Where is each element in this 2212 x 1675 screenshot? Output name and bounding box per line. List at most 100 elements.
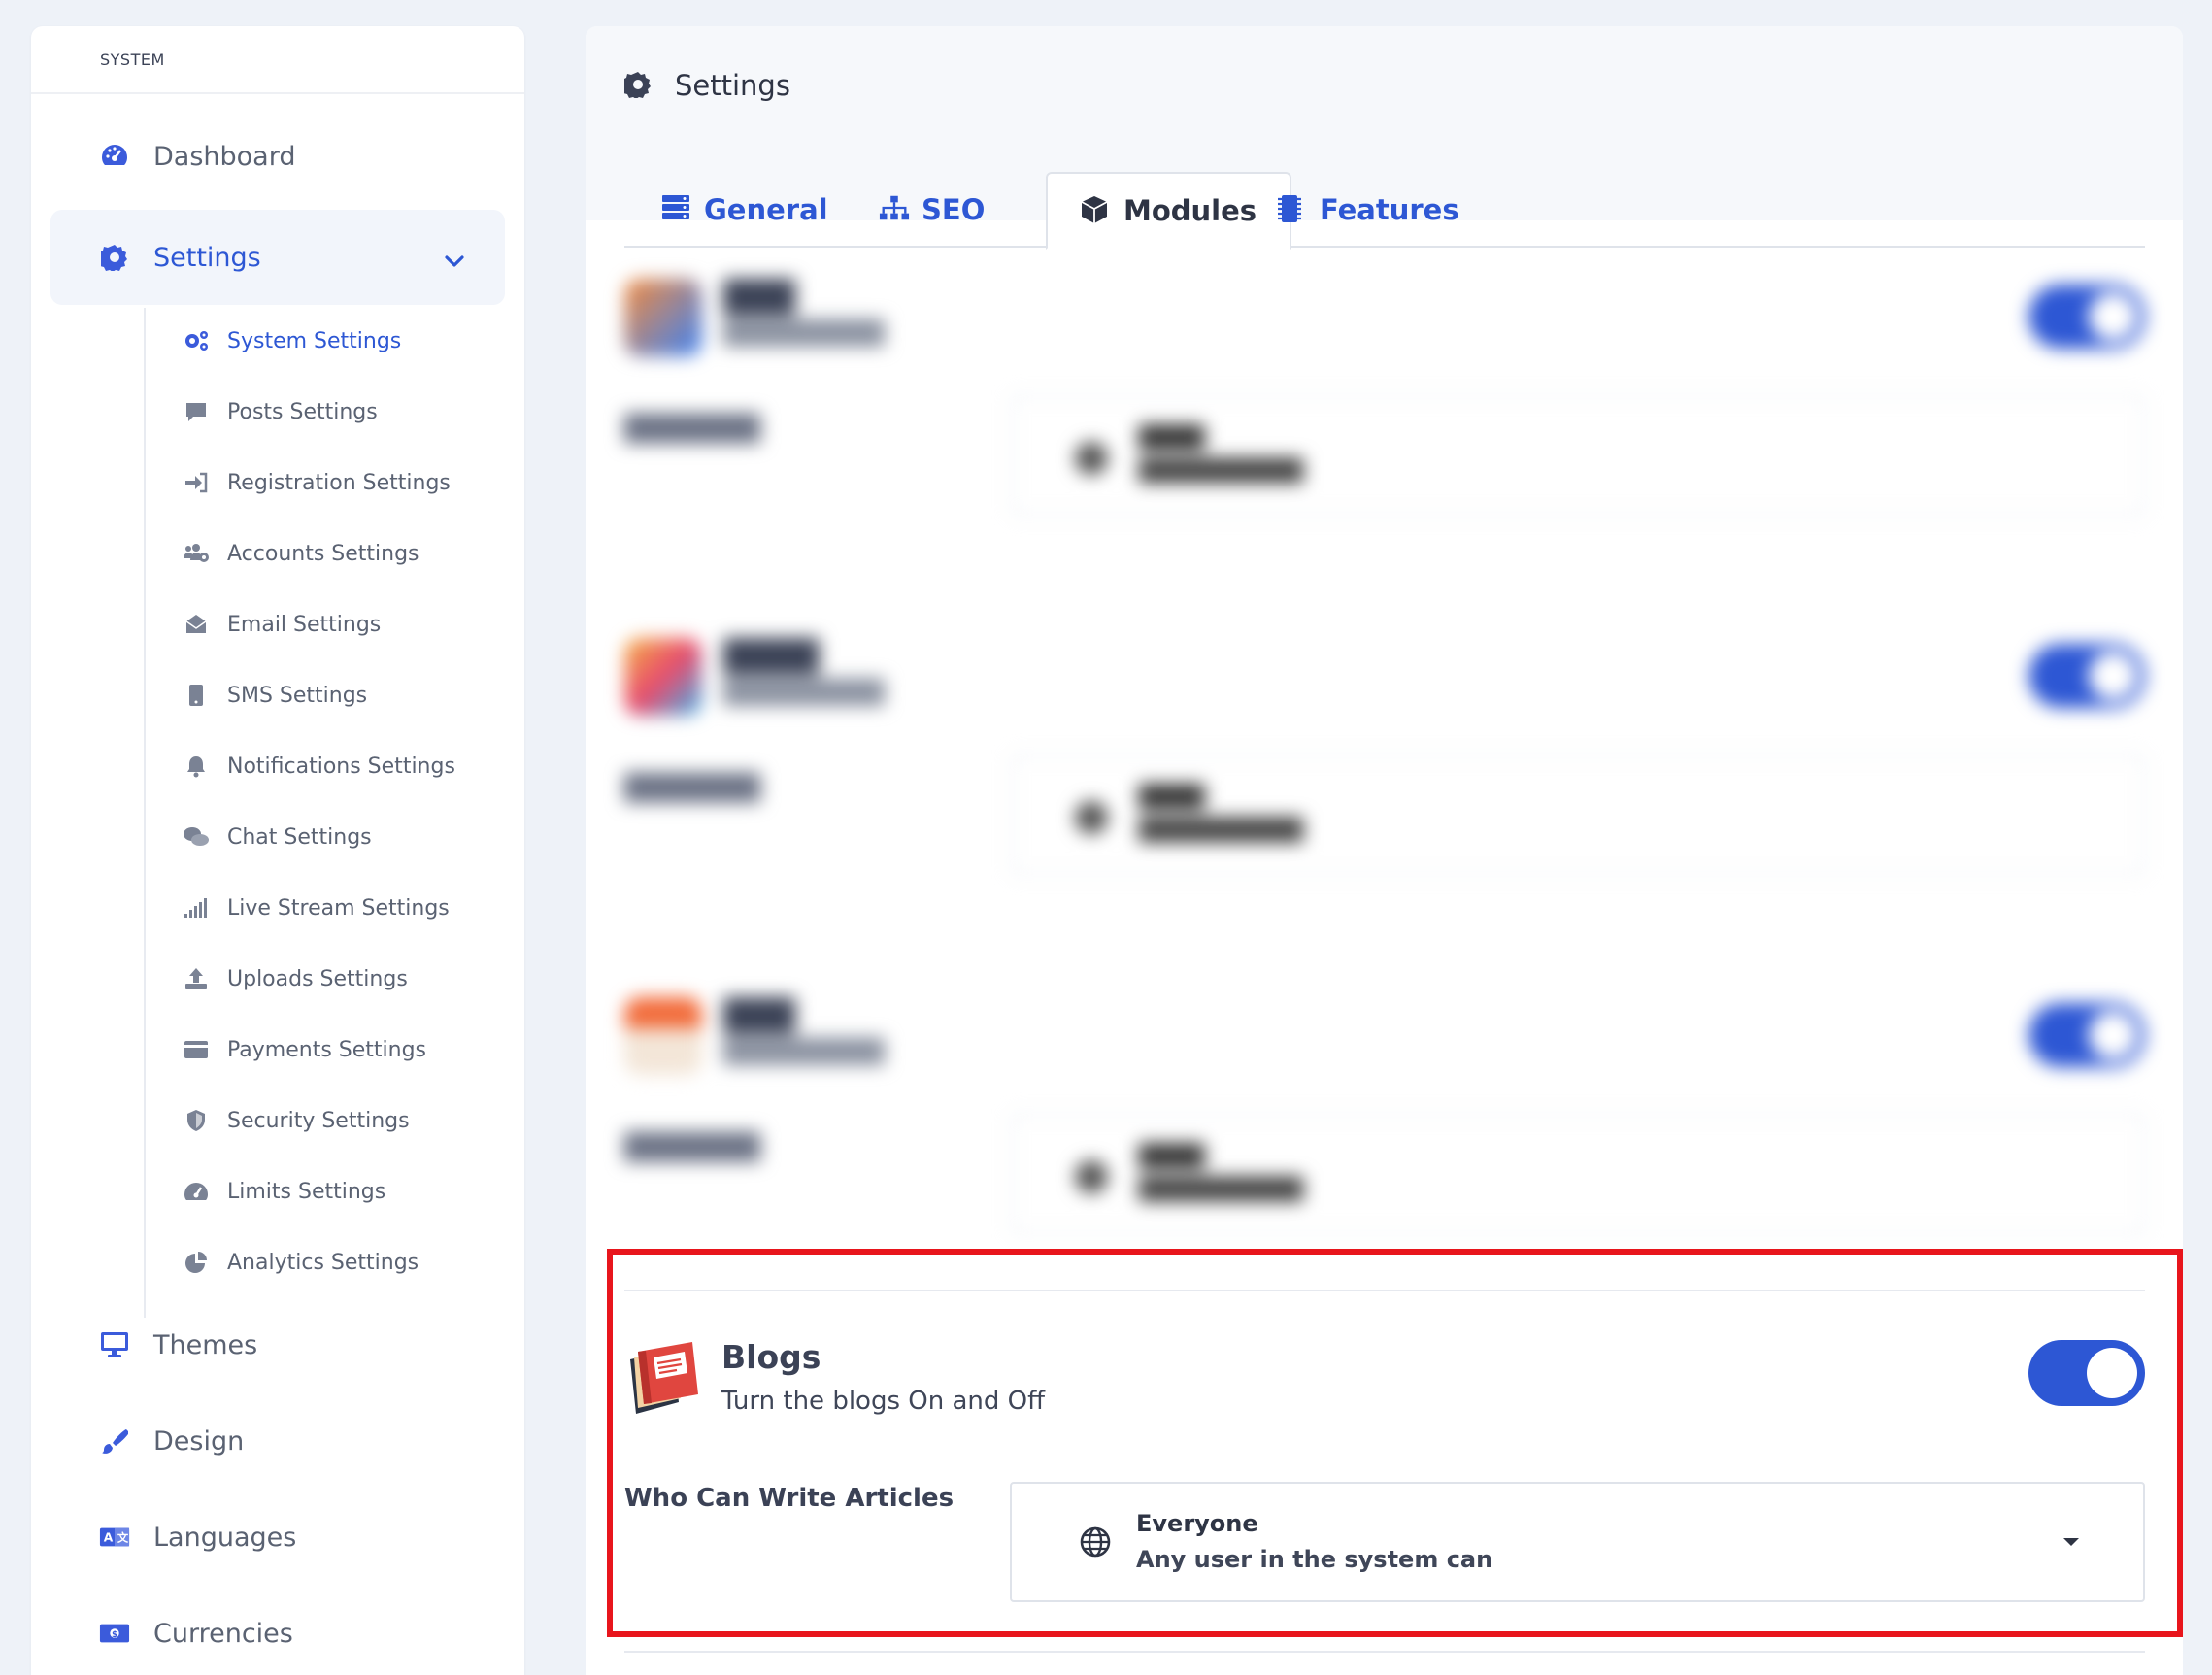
server-icon <box>661 194 692 225</box>
nav-item-languages[interactable]: A文 Languages <box>50 1490 505 1585</box>
gauge-icon <box>183 1178 210 1205</box>
sub-item-posts-settings[interactable]: Posts Settings <box>183 392 378 431</box>
sub-item-label: Registration Settings <box>227 470 451 495</box>
tab-label: Modules <box>1123 194 1257 227</box>
sub-item-accounts-settings[interactable]: Accounts Settings <box>183 534 419 573</box>
module-toggle[interactable] <box>2028 644 2145 708</box>
microchip-icon <box>1277 194 1308 225</box>
section-divider <box>624 1651 2145 1653</box>
sub-item-label: Live Stream Settings <box>227 895 450 921</box>
sub-item-label: Notifications Settings <box>227 754 455 779</box>
paintbrush-icon <box>99 1425 130 1457</box>
blogs-module-title: Blogs <box>721 1338 821 1376</box>
tab-label: Features <box>1320 193 1459 226</box>
credit-card-icon <box>183 1036 210 1063</box>
select-value-title: Everyone <box>1136 1510 1258 1537</box>
module-select[interactable]: ████ ██████████ <box>1011 395 2145 516</box>
cogs-icon <box>183 327 210 354</box>
sign-in-icon <box>183 469 210 496</box>
chevron-down-icon[interactable] <box>445 245 464 275</box>
nav-item-label: Themes <box>153 1329 258 1360</box>
sidebar-section-label: SYSTEM <box>31 26 524 94</box>
module-title-blurred: ███ <box>723 997 795 1034</box>
sub-item-label: SMS Settings <box>227 683 368 708</box>
sub-item-system-settings[interactable]: System Settings <box>183 321 401 360</box>
cube-icon <box>1081 195 1112 226</box>
module-logo <box>624 638 702 716</box>
page-title: Settings <box>624 69 790 102</box>
sub-item-label: System Settings <box>227 328 402 353</box>
sub-item-label: Uploads Settings <box>227 966 408 991</box>
sub-item-label: Chat Settings <box>227 824 372 850</box>
nav-item-themes[interactable]: Themes <box>50 1297 505 1392</box>
mobile-icon <box>183 682 210 709</box>
module-select[interactable]: ████ ██████████ <box>1011 754 2145 875</box>
pie-chart-icon <box>183 1249 210 1276</box>
gear-icon <box>624 71 654 100</box>
settings-tabs: General SEO Modules Features <box>624 145 2145 250</box>
sub-item-sms-settings[interactable]: SMS Settings <box>183 676 367 715</box>
nav-item-label: Currencies <box>153 1618 293 1649</box>
module-logo <box>624 997 702 1075</box>
caret-down-icon[interactable] <box>2063 1538 2079 1546</box>
sidebar: SYSTEM Dashboard Settings System Setting… <box>31 26 524 1675</box>
money-bill-icon: $ <box>99 1618 130 1649</box>
nav-item-label: Languages <box>153 1522 297 1553</box>
sub-item-analytics-settings[interactable]: Analytics Settings <box>183 1243 419 1282</box>
nav-item-settings[interactable]: Settings <box>50 210 505 305</box>
sub-item-payments-settings[interactable]: Payments Settings <box>183 1030 426 1069</box>
sub-item-registration-settings[interactable]: Registration Settings <box>183 463 451 502</box>
blogs-enable-toggle[interactable] <box>2028 1340 2145 1406</box>
module-toggle[interactable] <box>2028 285 2145 349</box>
gear-icon <box>99 242 130 273</box>
select-value-description: Any user in the system can <box>1136 1546 1493 1573</box>
blurred-module-1: ███ █████████ ███████ ████ ██████████ <box>624 259 2145 516</box>
module-logo <box>624 279 702 356</box>
nav-item-label: Settings <box>153 242 261 273</box>
module-select[interactable]: ████ ██████████ <box>1011 1114 2145 1234</box>
submenu-guide-line <box>144 308 146 1318</box>
blurred-module-3: ███ █████████ ███████ ████ ██████████ <box>624 978 2145 1234</box>
nav-item-dashboard[interactable]: Dashboard <box>50 109 505 204</box>
sub-item-live-stream-settings[interactable]: Live Stream Settings <box>183 888 450 927</box>
module-desc-blurred: █████████ <box>723 319 886 347</box>
module-toggle[interactable] <box>2028 1003 2145 1067</box>
sub-item-label: Payments Settings <box>227 1037 427 1062</box>
sub-item-email-settings[interactable]: Email Settings <box>183 605 381 644</box>
tab-modules[interactable]: Modules <box>1046 172 1292 250</box>
sub-item-security-settings[interactable]: Security Settings <box>183 1101 410 1140</box>
sub-item-uploads-settings[interactable]: Uploads Settings <box>183 959 408 998</box>
users-cog-icon <box>183 540 210 567</box>
who-can-write-articles-select[interactable]: Everyone Any user in the system can <box>1010 1482 2145 1602</box>
sub-item-label: Security Settings <box>227 1108 410 1133</box>
module-label-blurred: ███████ <box>624 774 760 803</box>
nav-item-label: Design <box>153 1425 245 1457</box>
nav-item-design[interactable]: Design <box>50 1393 505 1489</box>
tab-features[interactable]: Features <box>1277 172 1459 248</box>
monitor-icon <box>99 1329 130 1360</box>
sub-item-chat-settings[interactable]: Chat Settings <box>183 818 372 856</box>
who-can-write-articles-label: Who Can Write Articles <box>624 1484 955 1513</box>
tab-label: SEO <box>922 193 986 226</box>
toggle-knob <box>2087 1348 2137 1398</box>
tab-seo[interactable]: SEO <box>879 172 985 248</box>
tab-label: General <box>704 193 828 226</box>
bell-icon <box>183 753 210 780</box>
nav-item-currencies[interactable]: $ Currencies <box>50 1586 505 1675</box>
sub-item-notifications-settings[interactable]: Notifications Settings <box>183 747 455 786</box>
blurred-module-2: ████ █████████ ███████ ████ ██████████ <box>624 619 2145 875</box>
blogs-module-description: Turn the blogs On and Off <box>721 1387 1046 1416</box>
nav-item-label: Dashboard <box>153 141 296 172</box>
comment-icon <box>183 398 210 425</box>
module-title-blurred: ███ <box>723 279 795 316</box>
module-desc-blurred: █████████ <box>723 1038 886 1065</box>
sub-item-label: Accounts Settings <box>227 541 419 566</box>
tab-general[interactable]: General <box>661 172 828 248</box>
dashboard-gauge-icon <box>99 141 130 172</box>
svg-text:文: 文 <box>117 1531 129 1545</box>
svg-text:$: $ <box>112 1629 117 1639</box>
module-label-blurred: ███████ <box>624 415 760 444</box>
sub-item-label: Posts Settings <box>227 399 378 424</box>
comments-icon <box>183 823 210 851</box>
sub-item-limits-settings[interactable]: Limits Settings <box>183 1172 385 1211</box>
